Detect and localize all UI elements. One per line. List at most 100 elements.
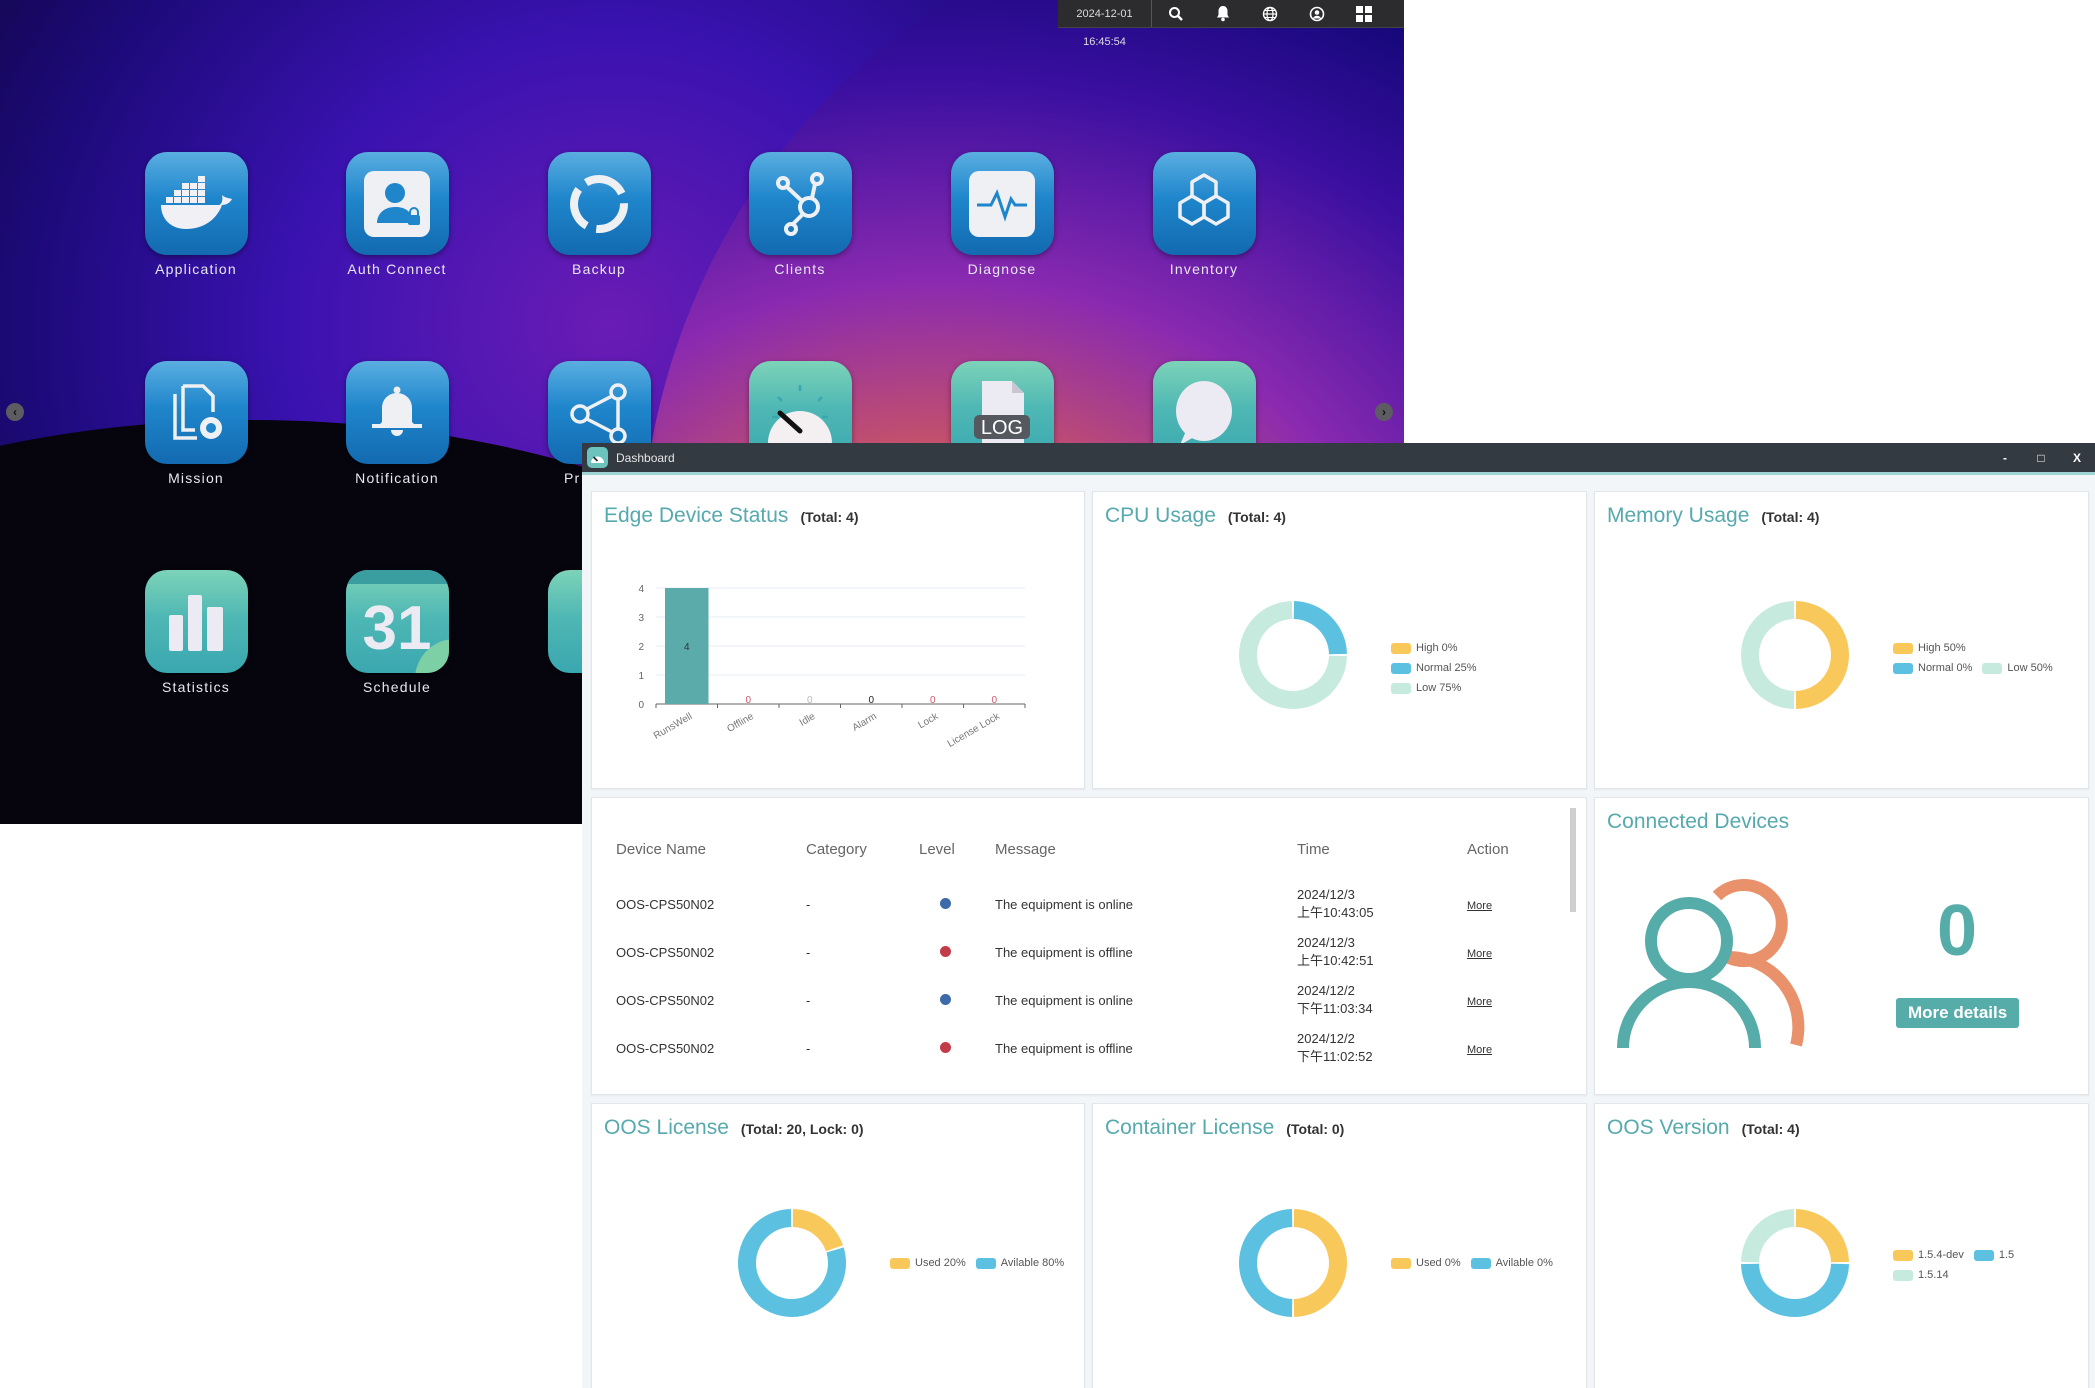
category-cell: - <box>806 944 811 960</box>
legend-item[interactable]: Avilable 80% <box>975 1257 1064 1269</box>
pulse-monitor-icon <box>950 152 1054 255</box>
donut-slice[interactable] <box>792 1209 844 1252</box>
x-tick-label: RunsWell <box>652 711 694 742</box>
legend-swatch <box>1470 1257 1491 1269</box>
donut-slice[interactable] <box>1293 601 1347 655</box>
donut-slice[interactable] <box>1741 601 1795 709</box>
x-tick-label: Offline <box>725 711 756 735</box>
globe-icon[interactable] <box>1246 0 1293 28</box>
legend-label: High 50% <box>1918 642 1966 654</box>
device-name-cell: OOS-CPS50N02 <box>616 896 715 912</box>
event-time: 下午11:02:52 <box>1297 1049 1373 1064</box>
bar-value-label: 0 <box>930 695 936 706</box>
calendar-day: 31 <box>362 594 432 663</box>
more-link[interactable]: More <box>1467 948 1492 960</box>
bar-chart-icon <box>144 570 248 673</box>
event-date: 2024/12/3 <box>1297 935 1355 950</box>
app-notification[interactable]: Notification <box>337 361 457 486</box>
more-link[interactable]: More <box>1467 1044 1492 1056</box>
legend-item[interactable]: 1.5.4-dev <box>1893 1249 1964 1261</box>
window-titlebar[interactable]: Dashboard - □ X <box>582 443 2095 475</box>
legend-item[interactable]: Avilable 0% <box>1470 1257 1553 1269</box>
app-auth-connect[interactable]: Auth Connect <box>337 152 457 277</box>
app-statistics[interactable]: Statistics <box>136 570 256 695</box>
dashboard-gauge-icon <box>587 447 608 468</box>
hub-nodes-icon <box>748 152 852 255</box>
app-backup[interactable]: Backup <box>539 152 659 277</box>
apps-grid-icon[interactable] <box>1340 0 1387 28</box>
legend-item[interactable]: Used 20% <box>890 1257 966 1269</box>
legend-swatch <box>975 1257 996 1269</box>
donut-slice[interactable] <box>1741 1209 1795 1263</box>
level-cell <box>907 880 983 928</box>
more-link[interactable]: More <box>1467 996 1492 1008</box>
time-cell: 2024/12/3 上午10:43:05 <box>1285 880 1455 928</box>
y-tick-label: 3 <box>638 613 644 624</box>
table-row: OOS-CPS50N02 - The equipment is offline … <box>604 1024 1535 1072</box>
more-link[interactable]: More <box>1467 900 1492 912</box>
card-subtitle: (Total: 4) <box>1741 1121 1800 1137</box>
legend-item[interactable]: Low 75% <box>1391 682 1461 694</box>
previous-page-arrow[interactable]: ‹ <box>6 403 24 421</box>
time-cell: 2024/12/3 上午10:42:51 <box>1285 928 1455 976</box>
legend-swatch <box>1893 1249 1913 1261</box>
donut-slice[interactable] <box>1293 1209 1347 1317</box>
donut-slice[interactable] <box>1795 601 1849 709</box>
donut-slice[interactable] <box>1795 1209 1849 1263</box>
chart-legend: Used 0% Avilable 0% <box>1391 1257 1591 1269</box>
level-indicator <box>939 993 951 1005</box>
event-date: 2024/12/3 <box>1297 887 1355 902</box>
column-header: Device Name <box>616 840 707 858</box>
category-cell: - <box>806 992 811 1008</box>
circular-arrows-icon <box>547 152 651 255</box>
table-row: OOS-CPS50N02 - The equipment is online 2… <box>604 976 1535 1024</box>
card-title: CPU Usage <box>1105 504 1216 527</box>
bar-value-label: 0 <box>991 695 997 706</box>
app-inventory[interactable]: Inventory <box>1144 152 1264 277</box>
app-label: Clients <box>774 261 826 277</box>
card-title: OOS License <box>604 1116 729 1139</box>
legend-item[interactable]: 1.5.14 <box>1893 1269 1949 1281</box>
column-header: Message <box>995 840 1056 858</box>
legend-item[interactable]: Low 50% <box>1982 662 2053 674</box>
app-clients[interactable]: Clients <box>740 152 860 277</box>
message-cell: The equipment is offline <box>995 944 1133 960</box>
donut-slice[interactable] <box>1239 1209 1293 1317</box>
legend-label: 1.5.14 <box>1918 1269 1949 1281</box>
maximize-button[interactable]: □ <box>2023 451 2059 465</box>
level-cell <box>907 928 983 976</box>
card-title: OOS Version <box>1607 1116 1730 1139</box>
donut-slice[interactable] <box>1741 1263 1849 1317</box>
memory-donut-chart <box>1741 601 1849 709</box>
app-schedule[interactable]: 31 Schedule <box>337 570 457 695</box>
app-diagnose[interactable]: Diagnose <box>942 152 1062 277</box>
legend-item[interactable]: Normal 25% <box>1391 662 1477 674</box>
oos-version-donut-chart <box>1741 1209 1849 1317</box>
close-button[interactable]: X <box>2059 451 2095 465</box>
level-cell <box>907 1024 983 1072</box>
app-label: Auth Connect <box>347 261 447 277</box>
app-mission[interactable]: Mission <box>136 361 256 486</box>
app-application[interactable]: Application <box>136 152 256 277</box>
user-circle-icon[interactable] <box>1293 0 1340 28</box>
search-icon[interactable] <box>1152 0 1199 28</box>
legend-item[interactable]: High 50% <box>1893 642 1966 654</box>
minimize-button[interactable]: - <box>1987 451 2023 465</box>
clock: 2024-12-01 16:45:54 <box>1058 0 1152 48</box>
legend-item[interactable]: Used 0% <box>1391 1257 1461 1269</box>
legend-item[interactable]: Normal 0% <box>1893 662 1972 674</box>
more-details-button[interactable]: More details <box>1896 998 2020 1028</box>
time-cell: 2024/12/2 下午11:03:34 <box>1285 976 1455 1024</box>
users-icon <box>1617 879 1805 1049</box>
legend-item[interactable]: High 0% <box>1391 642 1458 654</box>
app-label: Mission <box>168 470 224 486</box>
next-page-arrow[interactable]: › <box>1375 403 1393 421</box>
bell-icon[interactable] <box>1199 0 1246 28</box>
device-name-cell: OOS-CPS50N02 <box>616 1040 715 1056</box>
svg-text:LOG: LOG <box>981 417 1023 439</box>
table-row: OOS-CPS50N02 - The equipment is online 2… <box>604 880 1535 928</box>
scrollbar[interactable] <box>1570 808 1576 912</box>
oos-license-donut-chart <box>738 1209 846 1317</box>
legend-item[interactable]: 1.5 <box>1973 1249 2014 1261</box>
column-header: Time <box>1297 840 1330 858</box>
